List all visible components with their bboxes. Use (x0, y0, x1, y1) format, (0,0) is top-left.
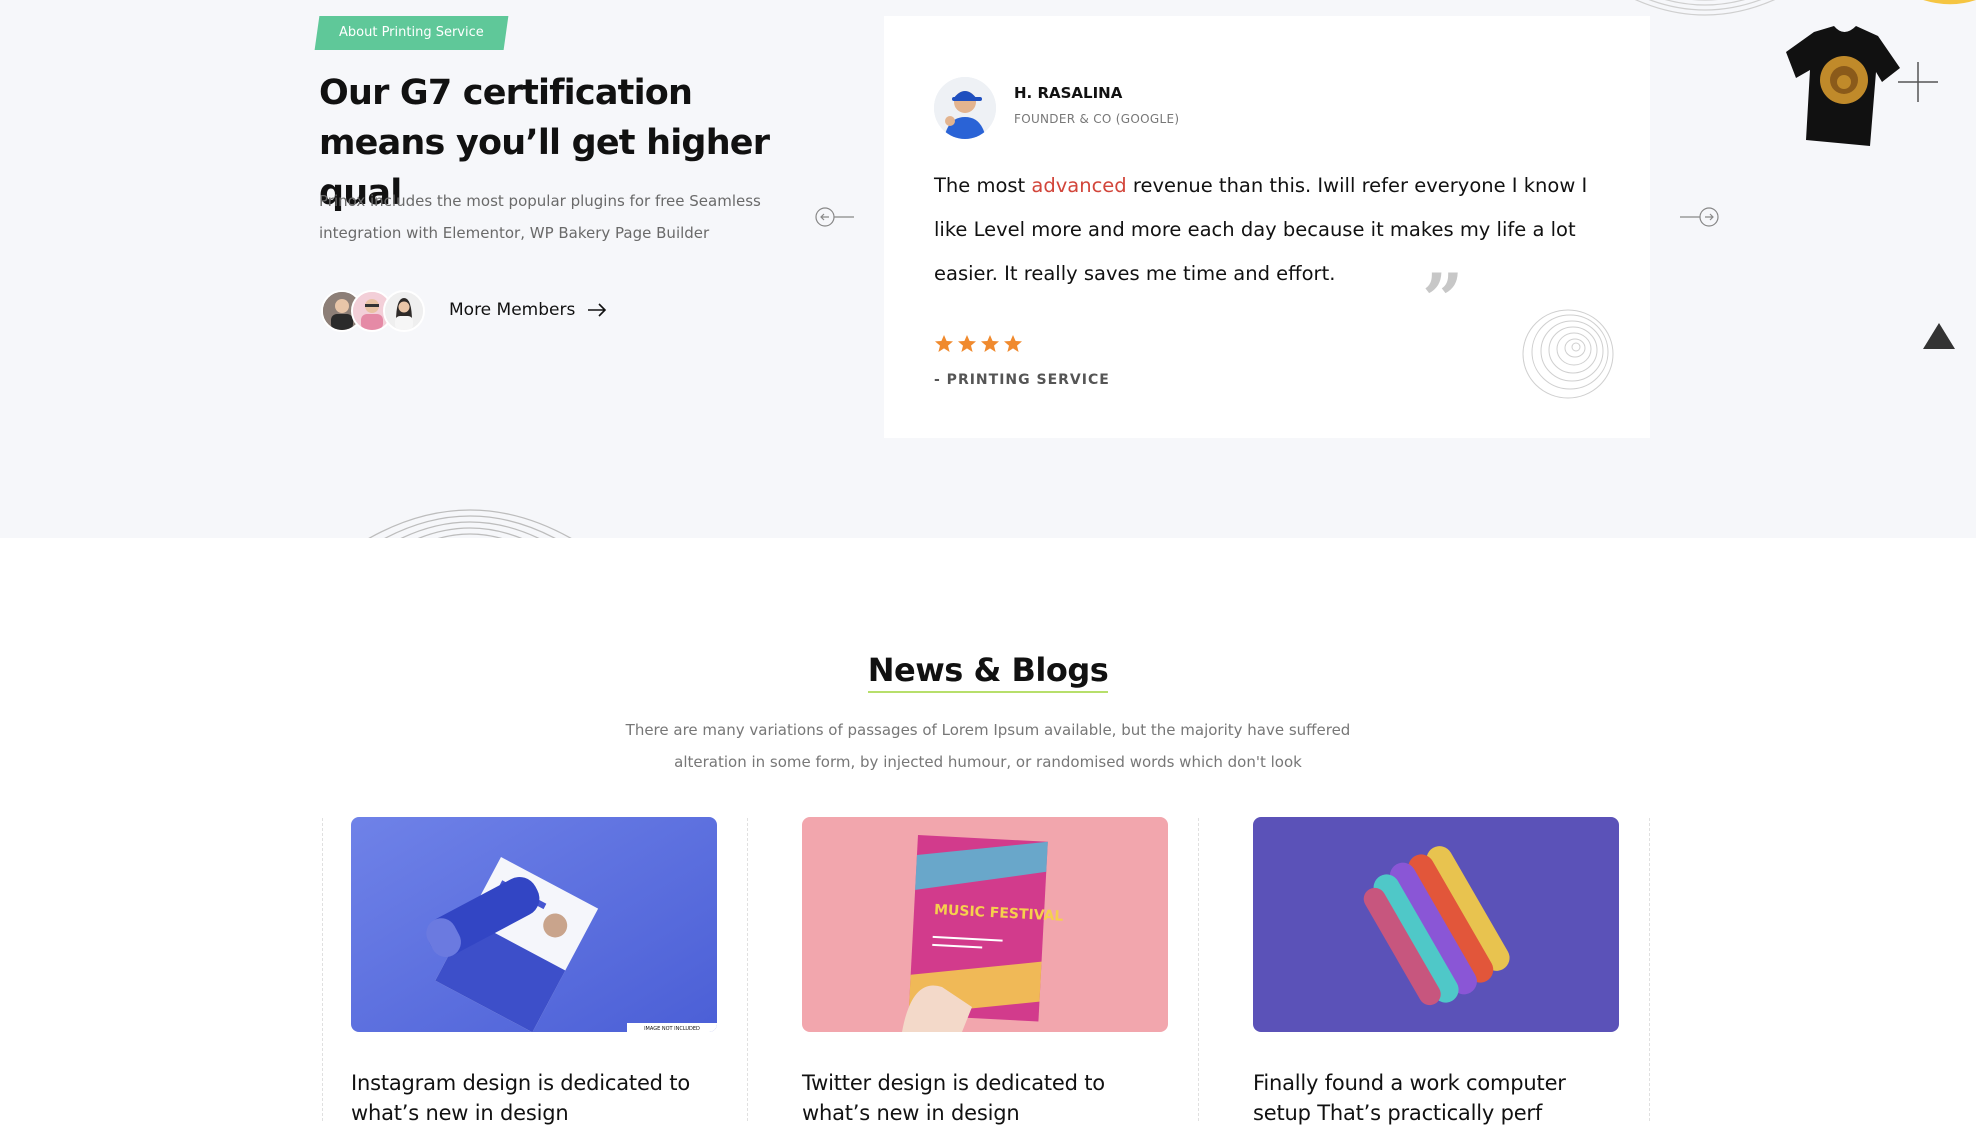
blog-title[interactable]: Finally found a work computer setup That… (1253, 1068, 1619, 1128)
section-description: Prinox includes the most popular plugins… (319, 192, 761, 242)
testimonial-quote: The most advanced revenue than this. Iwi… (934, 174, 1588, 285)
blog-title[interactable]: Instagram design is dedicated to what’s … (351, 1068, 717, 1128)
rating-stars (934, 334, 1023, 354)
column-divider (747, 818, 748, 1121)
spiral-decoration (1522, 309, 1614, 399)
star-icon (935, 335, 953, 352)
avatar (383, 290, 425, 332)
member-avatars (321, 288, 431, 332)
arrow-left-icon[interactable] (814, 206, 854, 228)
reviewer-role: FOUNDER & CO (GOOGLE) (1014, 112, 1180, 126)
column-divider (1198, 818, 1199, 1121)
testimonial-card: H. RASALINA FOUNDER & CO (GOOGLE) The mo… (884, 16, 1650, 438)
scroll-top-icon[interactable] (1922, 321, 1956, 351)
arrow-right-icon[interactable] (1680, 206, 1720, 228)
quote-icon: ” (1422, 257, 1464, 342)
blog-image[interactable] (1253, 817, 1619, 1032)
decorative-yellow-shape (1923, 0, 1976, 5)
section-badge: About Printing Service (314, 16, 509, 50)
blog-title[interactable]: Twitter design is dedicated to what’s ne… (802, 1068, 1168, 1128)
more-members-label: More Members (449, 300, 576, 320)
testimonial-source: - PRINTING SERVICE (934, 372, 1110, 388)
star-icon (1004, 335, 1022, 352)
star-icon (981, 335, 999, 352)
blog-image[interactable]: IMAGE NOT INCLUDED (351, 817, 717, 1032)
blog-card: IMAGE NOT INCLUDED Instagram design is d… (351, 817, 717, 1128)
more-members-link[interactable]: More Members (449, 300, 607, 320)
tshirt-decoration (1786, 26, 1900, 146)
blog-card: MUSIC FESTIVAL Twitter design is dedicat… (802, 817, 1168, 1128)
decorative-arcs-bottom (368, 509, 572, 538)
plus-icon (1898, 62, 1938, 102)
quote-highlight: advanced (1031, 174, 1127, 197)
image-note: IMAGE NOT INCLUDED (644, 1026, 700, 1032)
news-title: News & Blogs (0, 651, 1976, 693)
column-divider (322, 818, 323, 1121)
right-arrow-icon (588, 303, 607, 317)
testimonial-section: About Printing Service Our G7 certificat… (0, 0, 1976, 538)
star-icon (958, 335, 976, 352)
reviewer-name: H. RASALINA (1014, 84, 1123, 102)
column-divider (1649, 818, 1650, 1121)
news-description: There are many variations of passages of… (625, 721, 1351, 771)
blog-card: Finally found a work computer setup That… (1253, 817, 1619, 1128)
blog-image[interactable]: MUSIC FESTIVAL (802, 817, 1168, 1032)
reviewer-avatar (934, 77, 996, 139)
